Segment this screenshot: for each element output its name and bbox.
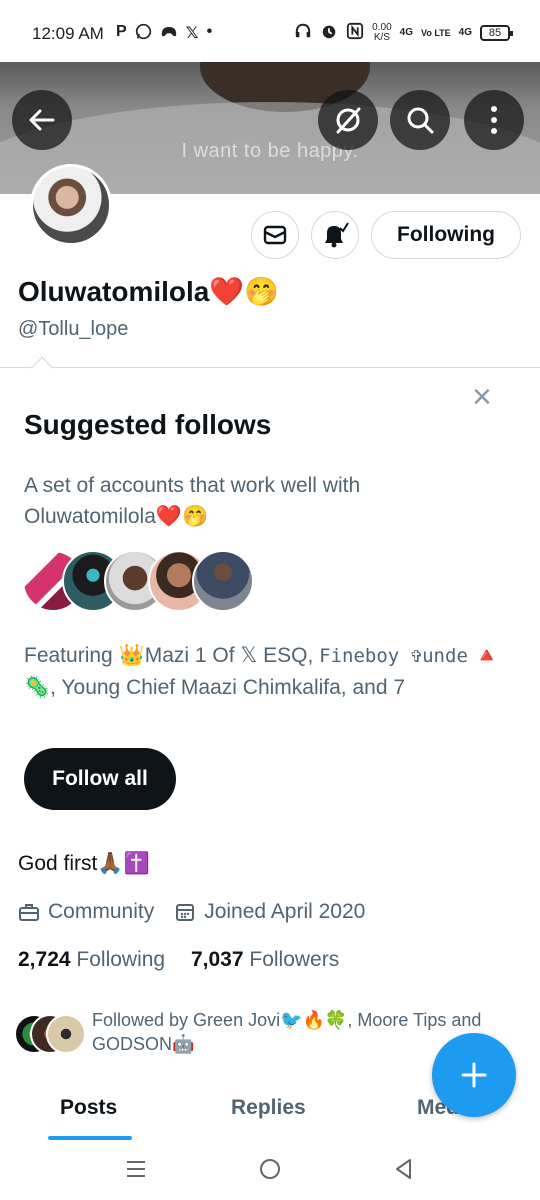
joined-date: Joined April 2020	[204, 900, 366, 923]
p-app-icon: P	[116, 23, 127, 40]
battery-icon: 85	[480, 24, 513, 41]
follow-all-button[interactable]: Follow all	[24, 748, 176, 810]
suggestion-caret	[30, 356, 54, 380]
search-button[interactable]	[390, 90, 450, 150]
suggested-featuring[interactable]: Featuring 👑Mazi 1 Of 𝕏 ESQ, Fineboy ✞und…	[24, 640, 514, 704]
avatar	[46, 1014, 86, 1054]
volte-label: Vo LTE	[420, 27, 451, 38]
more-button[interactable]	[464, 90, 524, 150]
tab-posts[interactable]: Posts	[60, 1096, 117, 1120]
banner-text: I want to be happy.	[181, 140, 359, 162]
message-button[interactable]	[251, 211, 299, 259]
system-icons: 0.00 K/S 4G Vo LTE 4G 85	[294, 21, 513, 43]
divider	[0, 367, 540, 368]
arrow-left-icon	[29, 109, 55, 131]
signal-1: 4G	[399, 27, 413, 38]
suggested-follows-title: Suggested follows	[24, 409, 272, 440]
profile-bio: God first🙏🏾✝️	[18, 852, 150, 875]
x-logo-icon: 𝕏	[185, 25, 199, 42]
followed-by-avatars	[14, 1014, 88, 1054]
briefcase-icon	[19, 904, 39, 921]
compose-button[interactable]	[432, 1033, 516, 1117]
notification-icons: P 𝕏 •	[116, 23, 212, 45]
dot-icon: •	[206, 23, 213, 40]
back-button[interactable]	[12, 90, 72, 150]
tab-replies[interactable]: Replies	[231, 1096, 306, 1120]
mail-icon	[263, 225, 287, 245]
suggested-follows-description: A set of accounts that work well with Ol…	[24, 474, 361, 528]
alarm-icon	[320, 22, 338, 43]
recent-apps-icon[interactable]	[124, 1157, 148, 1181]
followers-link[interactable]: 7,037 Followers	[191, 948, 339, 971]
display-name: Oluwatomilola❤️🤭	[18, 276, 280, 307]
profile-category: Community	[48, 900, 155, 923]
calendar-icon	[176, 904, 195, 921]
suggested-avatars[interactable]	[22, 550, 254, 612]
profile-avatar[interactable]	[30, 164, 112, 246]
more-vertical-icon	[491, 106, 497, 134]
user-handle: @Tollu_lope	[18, 318, 129, 340]
back-nav-icon[interactable]	[392, 1157, 416, 1181]
whatsapp-icon	[135, 23, 152, 45]
network-speed: 0.00 K/S	[372, 21, 392, 43]
plus-icon	[461, 1062, 487, 1088]
game-icon	[160, 23, 178, 45]
search-icon	[407, 107, 434, 134]
grok-icon	[336, 107, 361, 134]
signal-2: 4G	[458, 27, 472, 38]
nfc-icon	[346, 22, 364, 43]
headset-icon	[294, 22, 312, 43]
system-navigation-bar	[0, 1140, 540, 1200]
grok-button[interactable]	[318, 90, 378, 150]
following-link[interactable]: 2,724 Following	[18, 948, 165, 971]
notifications-button[interactable]	[311, 211, 359, 259]
avatar	[192, 550, 254, 612]
profile-meta: Community Joined April 2020	[18, 900, 365, 924]
following-button[interactable]: Following	[371, 211, 521, 259]
status-bar: 12:09 AM P 𝕏 • 0.00 K/S 4G Vo LTE 4G 85	[0, 0, 540, 62]
close-suggestions-icon[interactable]: ×	[472, 380, 492, 414]
status-time: 12:09 AM	[32, 24, 104, 43]
home-icon[interactable]	[258, 1157, 282, 1181]
bell-check-icon	[325, 222, 349, 248]
follow-stats: 2,724 Following 7,037 Followers	[18, 948, 339, 972]
